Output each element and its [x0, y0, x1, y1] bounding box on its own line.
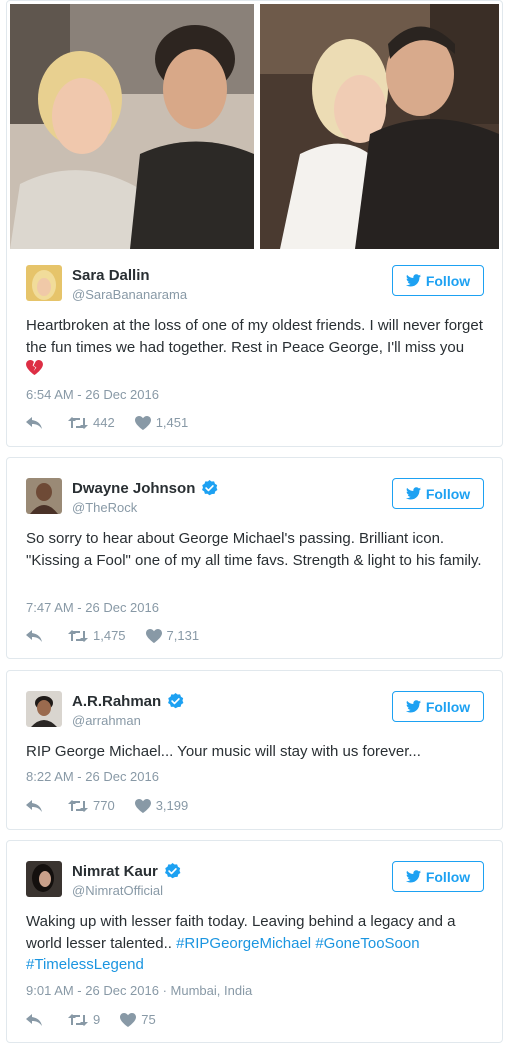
- photo-pair[interactable]: [10, 4, 499, 249]
- like-count: 7,131: [166, 628, 200, 643]
- heart-icon: [146, 629, 162, 643]
- like-count: 3,199: [155, 798, 189, 813]
- hashtag-link[interactable]: #TimelessLegend: [26, 956, 144, 973]
- reply-button[interactable]: [26, 800, 50, 812]
- tweet-text: Heartbroken at the loss of one of my old…: [26, 315, 484, 380]
- twitter-bird-icon: [406, 487, 421, 500]
- reply-icon: [26, 417, 42, 429]
- avatar[interactable]: [26, 691, 62, 727]
- like-button[interactable]: 1,451: [135, 415, 189, 430]
- reply-button[interactable]: [26, 630, 50, 642]
- tweet-timestamp[interactable]: 9:01 AM - 26 Dec 2016: [26, 983, 159, 998]
- twitter-bird-icon: [406, 274, 421, 287]
- tweet-text: RIP George Michael... Your music will st…: [26, 743, 421, 760]
- heart-icon: [120, 1013, 136, 1027]
- retweet-button[interactable]: 442: [68, 415, 115, 430]
- hashtag-link[interactable]: #GoneTooSoon: [315, 935, 419, 952]
- reply-button[interactable]: [26, 417, 50, 429]
- reply-button[interactable]: [26, 1014, 50, 1026]
- reply-icon: [26, 800, 42, 812]
- twitter-bird-icon: [406, 870, 421, 883]
- follow-label: Follow: [425, 698, 471, 715]
- avatar[interactable]: [26, 478, 62, 514]
- author-name[interactable]: Sara Dallin: [72, 267, 150, 284]
- retweet-icon: [68, 416, 88, 430]
- reply-icon: [26, 630, 42, 642]
- tweet-timestamp[interactable]: 7:47 AM - 26 Dec 2016: [26, 600, 159, 615]
- follow-label: Follow: [425, 485, 471, 502]
- like-button[interactable]: 75: [120, 1012, 156, 1027]
- tweet-text-body: Heartbroken at the loss of one of my old…: [26, 317, 483, 356]
- author-name[interactable]: Dwayne Johnson: [72, 480, 195, 497]
- tweet-meta: 9:01 AM - 26 Dec 2016 · Mumbai, India: [26, 983, 253, 998]
- retweet-button[interactable]: 1,475: [68, 628, 126, 643]
- hashtag-link[interactable]: #RIPGeorgeMichael: [176, 935, 311, 952]
- like-button[interactable]: 7,131: [146, 628, 200, 643]
- avatar[interactable]: [26, 861, 62, 897]
- tweet-card: Dwayne Johnson @TheRock Follow So sorry …: [6, 457, 503, 659]
- author-handle[interactable]: @arrahman: [72, 713, 141, 728]
- tweet-actions: 1,475 7,131: [26, 628, 199, 643]
- retweet-count: 442: [93, 415, 115, 430]
- tweet-photo[interactable]: [10, 4, 254, 249]
- retweet-icon: [68, 629, 88, 643]
- author-handle[interactable]: @NimratOfficial: [72, 883, 163, 898]
- retweet-button[interactable]: 770: [68, 798, 115, 813]
- follow-button[interactable]: Follow: [392, 265, 484, 296]
- verified-badge-icon: [167, 693, 184, 710]
- tweet-text: So sorry to hear about George Michael's …: [26, 530, 482, 569]
- tweet-timestamp[interactable]: 8:22 AM - 26 Dec 2016: [26, 769, 159, 784]
- verified-badge-icon: [201, 480, 218, 497]
- tweet-card: Sara Dallin @SaraBananarama Follow Heart…: [6, 0, 503, 447]
- follow-label: Follow: [425, 272, 471, 289]
- tweet-card: Nimrat Kaur @NimratOfficial Follow Wakin…: [6, 840, 503, 1043]
- retweet-button[interactable]: 9: [68, 1012, 100, 1027]
- tweet-timestamp[interactable]: 6:54 AM - 26 Dec 2016: [26, 387, 159, 402]
- follow-button[interactable]: Follow: [392, 691, 484, 722]
- follow-label: Follow: [425, 868, 471, 885]
- author-handle[interactable]: @TheRock: [72, 500, 137, 515]
- like-count: 1,451: [155, 415, 189, 430]
- retweet-count: 1,475: [93, 628, 126, 643]
- like-button[interactable]: 3,199: [135, 798, 189, 813]
- retweet-icon: [68, 1013, 88, 1027]
- retweet-icon: [68, 799, 88, 813]
- tweet-card: A.R.Rahman @arrahman Follow RIP George M…: [6, 670, 503, 830]
- follow-button[interactable]: Follow: [392, 478, 484, 509]
- heart-icon: [135, 799, 151, 813]
- reply-icon: [26, 1014, 42, 1026]
- follow-button[interactable]: Follow: [392, 861, 484, 892]
- author-handle[interactable]: @SaraBananarama: [72, 287, 187, 302]
- tweet-text: Waking up with lesser faith today. Leavi…: [26, 911, 484, 976]
- tweet-actions: 770 3,199: [26, 798, 188, 813]
- author-name[interactable]: Nimrat Kaur: [72, 863, 158, 880]
- tweet-location[interactable]: Mumbai, India: [171, 983, 253, 998]
- heart-icon: [135, 416, 151, 430]
- tweet-actions: 442 1,451: [26, 415, 188, 430]
- tweet-photo[interactable]: [260, 4, 499, 249]
- retweet-count: 9: [93, 1012, 101, 1027]
- broken-heart-icon: [26, 360, 43, 375]
- avatar[interactable]: [26, 265, 62, 301]
- verified-badge-icon: [164, 863, 181, 880]
- author-name[interactable]: A.R.Rahman: [72, 693, 161, 710]
- like-count: 75: [141, 1012, 156, 1027]
- twitter-bird-icon: [406, 700, 421, 713]
- tweet-actions: 9 75: [26, 1012, 156, 1027]
- retweet-count: 770: [93, 798, 115, 813]
